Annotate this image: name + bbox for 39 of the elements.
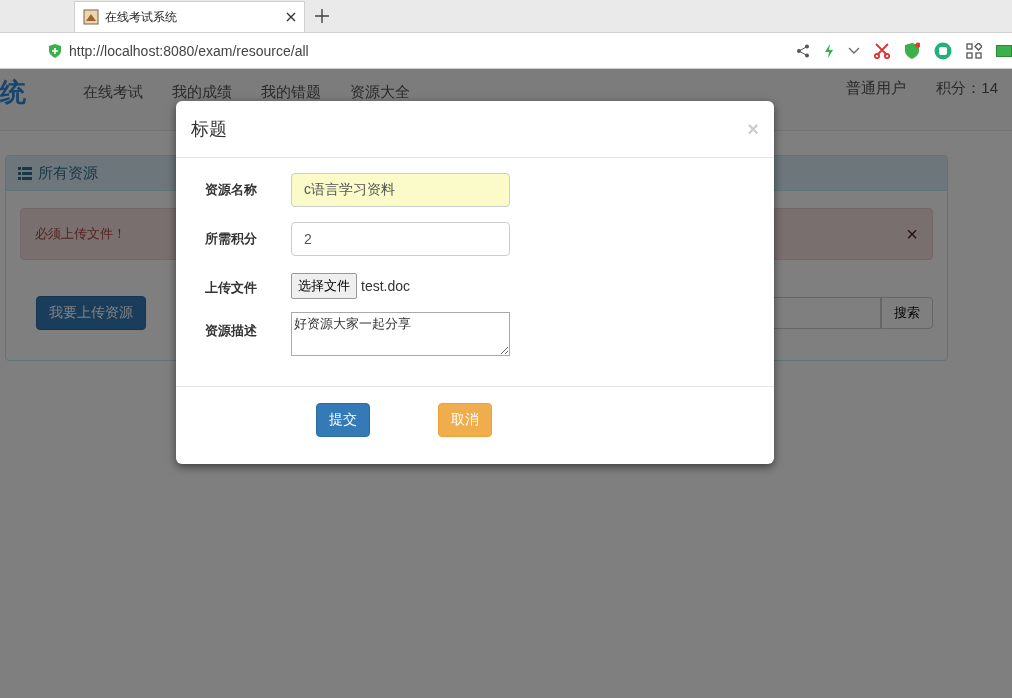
nav-link[interactable]: 资源大全 [350,83,410,101]
search-button[interactable]: 搜索 [881,297,933,329]
upload-button[interactable]: 我要上传资源 [36,296,146,330]
panel-title: 所有资源 [38,163,98,183]
close-icon[interactable] [286,12,296,22]
file-name: test.doc [361,278,411,294]
plus-icon[interactable] [315,9,329,23]
shield-icon[interactable] [904,41,920,60]
points-text: 积分：14 [936,79,998,97]
nav-link[interactable]: 在线考试 [83,83,143,101]
input-field[interactable]: 2 [291,222,510,256]
modal-title: 标题 [191,118,227,141]
scissors-icon[interactable] [874,42,890,59]
page-icon [83,9,99,25]
lightning-icon[interactable] [824,43,834,58]
close-button[interactable]: × [906,222,918,246]
badge-icon[interactable] [934,41,952,60]
choose-file-button[interactable]: 选择文件 [291,273,357,299]
list-icon [18,166,32,180]
field-label: 资源名称 [205,181,258,199]
address-field[interactable]: http://localhost:8080/exam/resource/all [69,42,309,59]
chevron-icon[interactable] [848,46,860,55]
field-label: 所需积分 [205,230,258,248]
input-field[interactable]: c语言学习资料 [291,173,510,207]
field-label: 资源描述 [205,322,258,340]
alert-text: 必须上传文件！ [35,225,126,243]
user-link[interactable]: 普通用户 [846,79,907,97]
shield-icon [48,42,62,59]
grid-icon[interactable] [966,42,982,59]
share-icon[interactable] [796,43,810,58]
description-field[interactable]: 好资源大家一起分享 [291,312,510,356]
nav-link[interactable]: 我的错题 [261,83,321,101]
battery-icon [996,44,1012,57]
submit-button[interactable]: 提交 [316,403,370,437]
brand-text[interactable]: 统 [0,79,26,105]
field-label: 上传文件 [205,279,258,297]
cancel-button[interactable]: 取消 [438,403,492,437]
browser-tab[interactable]: 在线考试系统 [74,1,305,32]
nav-link[interactable]: 我的成绩 [172,83,232,101]
